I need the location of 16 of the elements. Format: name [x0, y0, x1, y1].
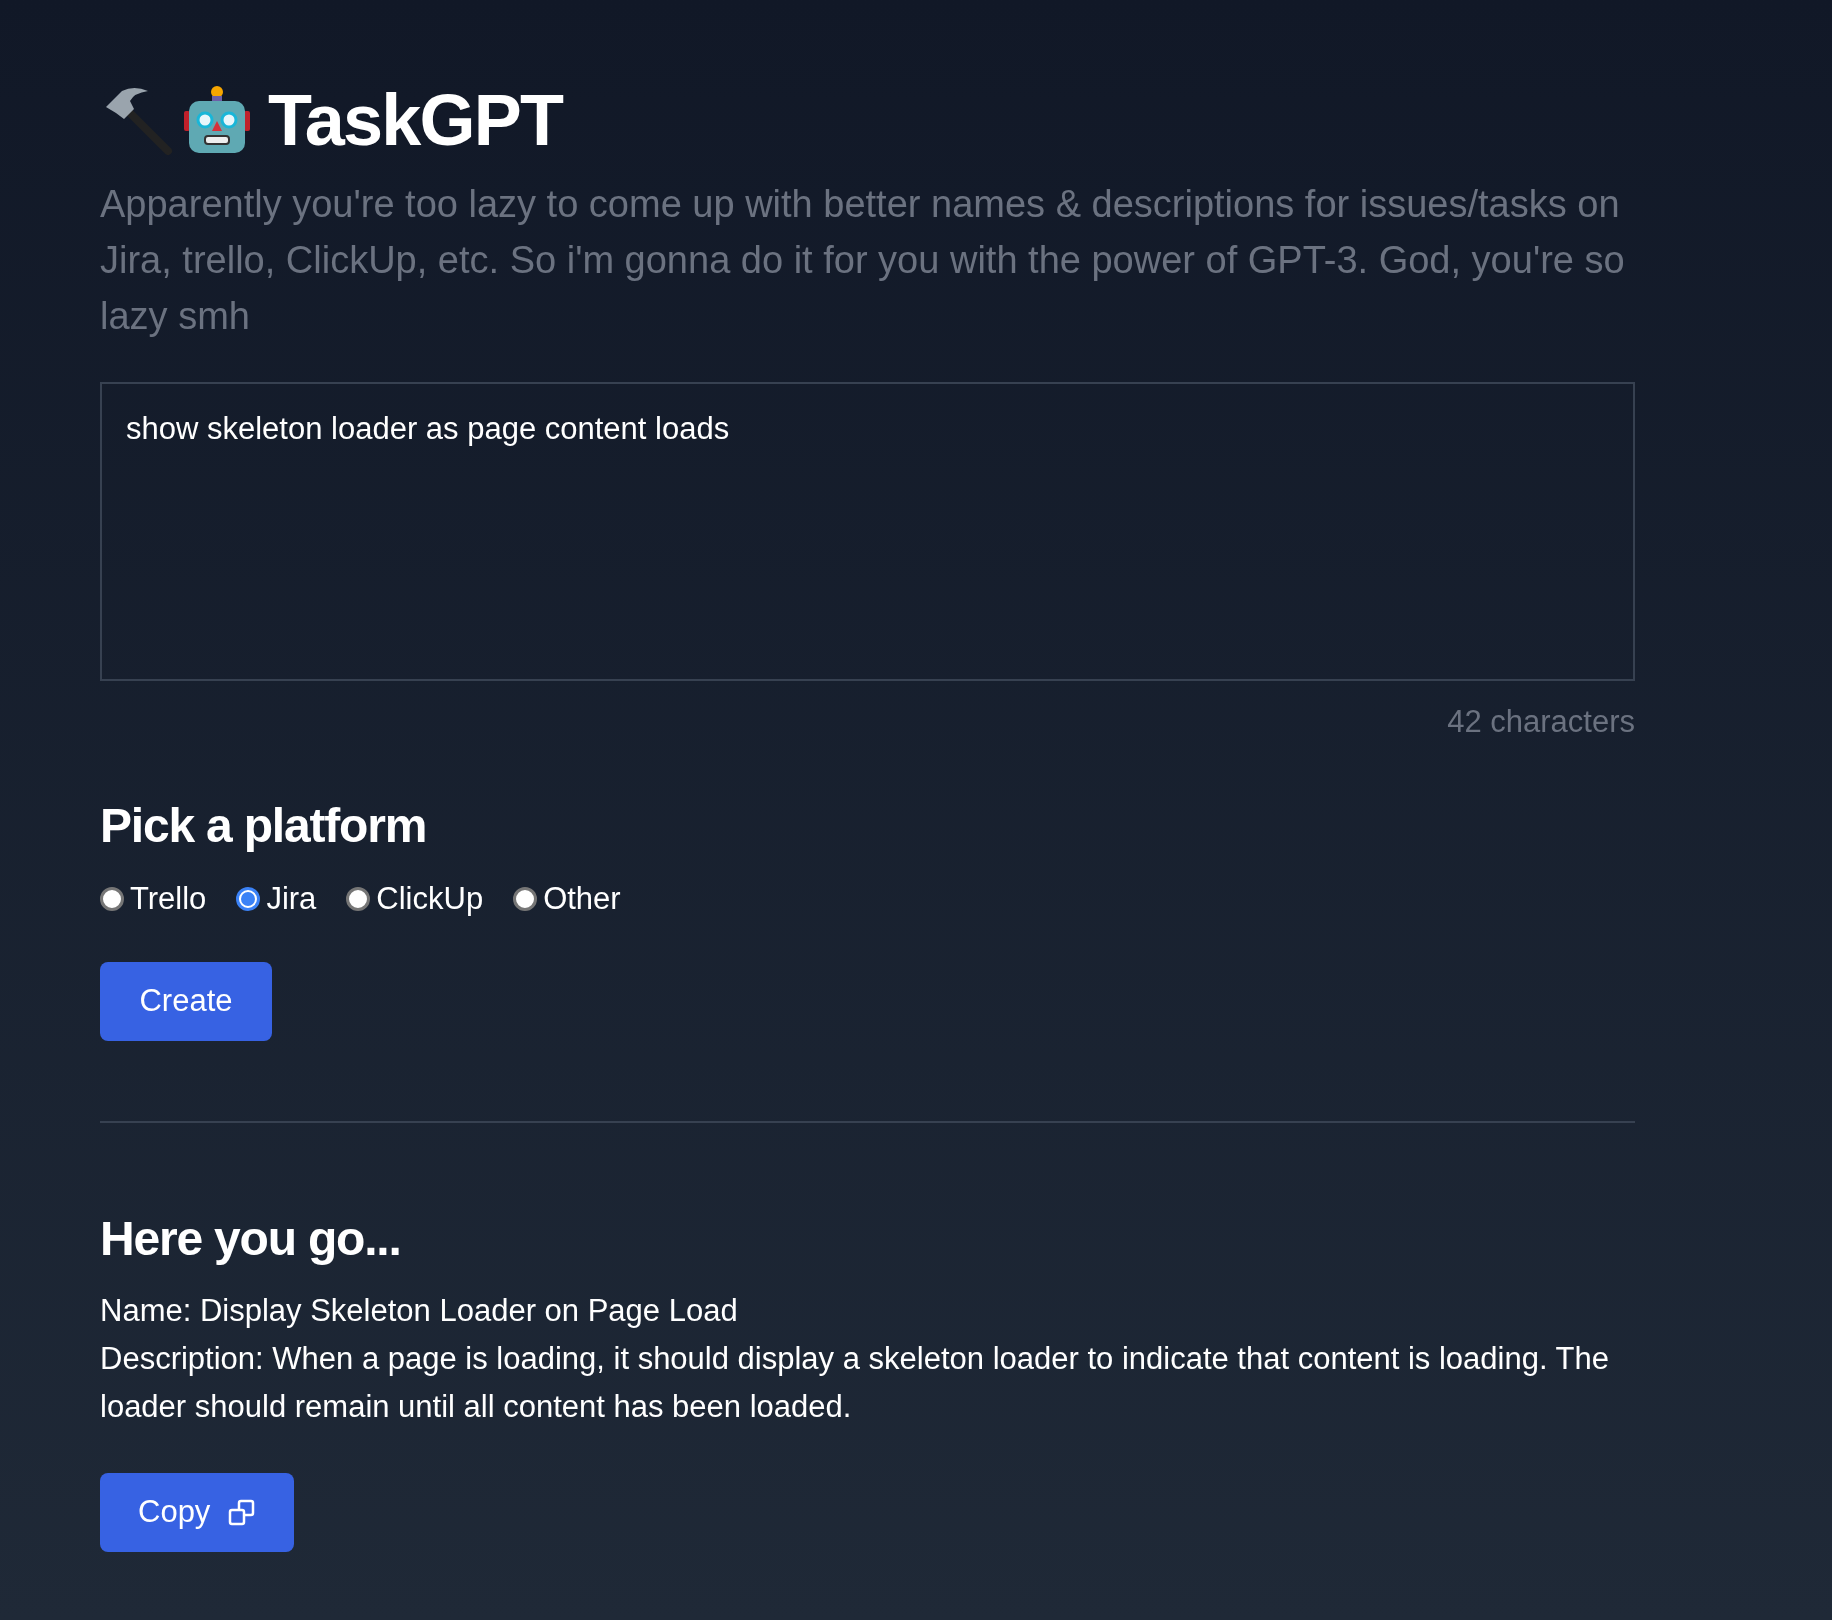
result-text: Name: Display Skeleton Loader on Page Load [100, 1292, 739, 1330]
result-text: Description: When a page is loading, it should display a skeleton loader to indicate that content is loading. The loader should remain until all content has been loaded. [100, 1340, 1611, 1426]
section-heading: Here you go... [100, 1211, 402, 1267]
app-title: TaskGPT [268, 84, 563, 156]
task-input-field[interactable]: show skeleton loader as page content loads [100, 382, 1635, 681]
app-description: Apparently you're too lazy to come up with better names & descriptions for issues/tasks on Jira, trello, ClickUp, etc. So i'm gonna do it for you with the power of GPT-3. God, you're so lazy smh [100, 182, 1626, 339]
platform-radio[interactable]: ClickUp [346, 875, 484, 922]
platform-radio[interactable]: Trello [100, 875, 207, 922]
platform-radio[interactable]: Other [513, 875, 621, 922]
copy-icon [228, 1498, 257, 1527]
create-button[interactable]: Create [100, 962, 272, 1041]
robot-icon [182, 85, 252, 155]
platform-radio[interactable]: Jira [236, 875, 317, 922]
character-count: 42 characters [1447, 703, 1635, 741]
section-heading: Pick a platform [100, 797, 428, 854]
copy-button[interactable]: Copy [100, 1473, 295, 1552]
